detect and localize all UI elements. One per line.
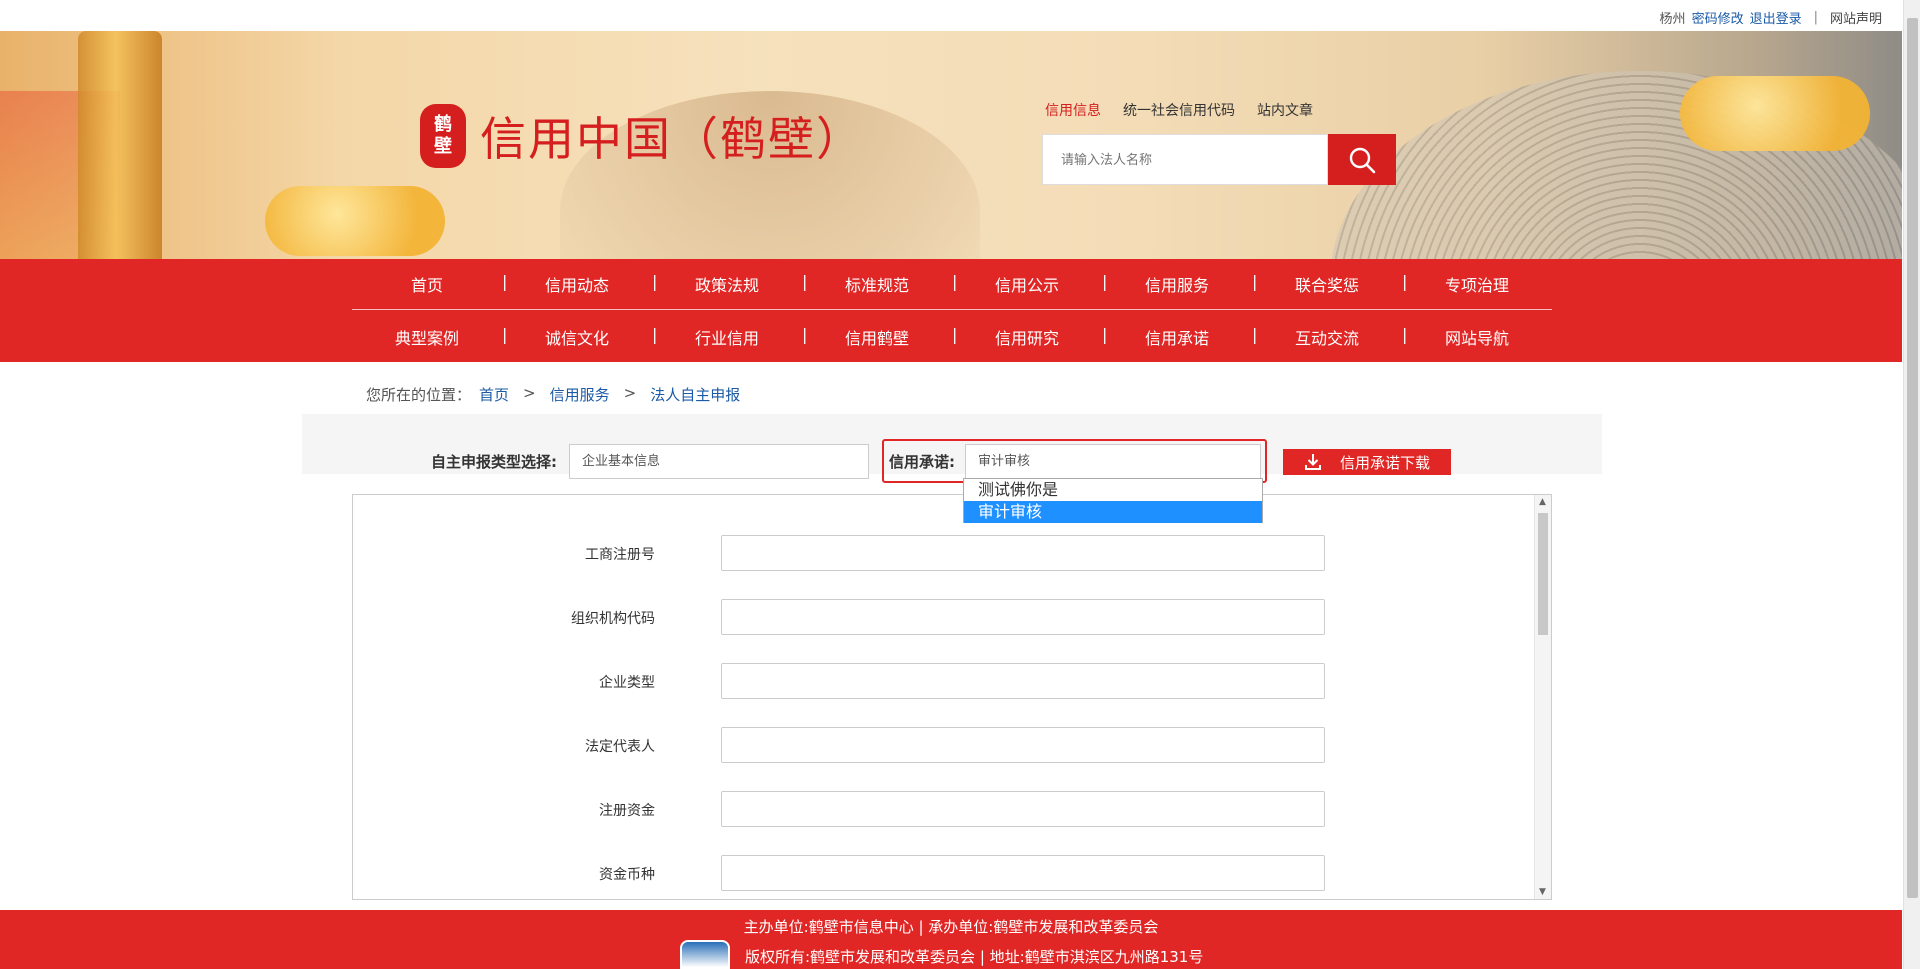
breadcrumb-home[interactable]: 首页 (479, 384, 509, 405)
nav-item-joint-rewards[interactable]: 联合奖惩 (1252, 272, 1402, 296)
header-banner: 鹤 壁 信用中国（鹤壁） (0, 31, 1902, 259)
tab-credit-info[interactable]: 信用信息 (1045, 100, 1101, 120)
nav-item-industry-credit[interactable]: 行业信用 (652, 325, 802, 349)
business-reg-number-field[interactable] (721, 535, 1325, 571)
user-links: 杨州 密码修改 退出登录 | 网站声明 (1660, 8, 1882, 27)
breadcrumb-arrow: > (623, 384, 637, 402)
breadcrumb-arrow: > (523, 384, 536, 402)
footer-emblem-icon (680, 940, 730, 969)
nav-item-credit-services[interactable]: 信用服务 (1102, 272, 1252, 296)
search-box (1042, 134, 1328, 185)
nav-item-credit-promise[interactable]: 信用承诺 (1102, 325, 1252, 349)
breadcrumb-prefix: 您所在的位置： (366, 386, 472, 404)
site-logo[interactable]: 鹤 壁 信用中国（鹤壁） (420, 103, 864, 169)
tab-credit-code[interactable]: 统一社会信用代码 (1123, 100, 1235, 120)
nav-item-credit-news[interactable]: 信用动态 (502, 272, 652, 296)
logout-link[interactable]: 退出登录 (1750, 8, 1802, 27)
report-type-select[interactable]: 企业基本信息 (569, 444, 869, 479)
footer-copyright: 版权所有:鹤壁市发展和改革委员会 | 地址:鹤壁市淇滨区九州路131号 (745, 948, 1204, 966)
huabiao-pillar-image (78, 31, 162, 259)
scroll-up-icon[interactable]: ▲ (1539, 497, 1546, 507)
search-icon (1349, 147, 1376, 173)
nav-item-credit-research[interactable]: 信用研究 (952, 325, 1102, 349)
username: 杨州 (1659, 12, 1686, 27)
credit-promise-dropdown: 测试佛你是 审计审核 (963, 478, 1263, 523)
cloud-decoration (265, 186, 445, 256)
footer: 主办单位:鹤壁市信息中心 | 承办单位:鹤壁市发展和改革委员会 版权所有:鹤壁市… (0, 910, 1902, 969)
nav-item-credit-publicity[interactable]: 信用公示 (952, 272, 1102, 296)
field-label: 资金币种 (599, 867, 655, 883)
dropdown-option[interactable]: 测试佛你是 (964, 479, 1262, 501)
search-tabs: 信用信息 统一社会信用代码 站内文章 (1045, 100, 1313, 120)
form-row: 注册资金 (353, 791, 1513, 827)
nav-item-standards[interactable]: 标准规范 (802, 272, 952, 296)
form-row: 工商注册号 (353, 535, 1513, 571)
form-scroll-thumb[interactable] (1538, 513, 1548, 635)
registered-capital-field[interactable] (721, 791, 1325, 827)
report-form-frame: 工商注册号 组织机构代码 企业类型 法定代表人 注册资金 资金币种 ▲ ▼ (352, 494, 1552, 900)
download-icon (1304, 454, 1321, 470)
search-input[interactable] (1043, 135, 1327, 184)
nav-row-1: 首页 信用动态 政策法规 标准规范 信用公示 信用服务 联合奖惩 专项治理 (352, 259, 1552, 310)
dropdown-option-selected[interactable]: 审计审核 (964, 501, 1262, 523)
field-label: 注册资金 (599, 803, 655, 819)
nav-item-site-map[interactable]: 网站导航 (1402, 325, 1552, 349)
nav-item-special-governance[interactable]: 专项治理 (1402, 272, 1552, 296)
form-row: 组织机构代码 (353, 599, 1513, 635)
credit-promise-label: 信用承诺: (889, 453, 955, 471)
nav-item-interaction[interactable]: 互动交流 (1252, 325, 1402, 349)
field-label: 企业类型 (599, 675, 655, 691)
nav-item-home[interactable]: 首页 (352, 272, 502, 296)
page-scrollbar[interactable] (1903, 0, 1920, 969)
form-row: 企业类型 (353, 663, 1513, 699)
company-type-field[interactable] (721, 663, 1325, 699)
tab-site-articles[interactable]: 站内文章 (1257, 100, 1313, 120)
credit-promise-select[interactable]: 审计审核 (965, 444, 1261, 479)
divider: | (1813, 10, 1818, 25)
download-label: 信用承诺下载 (1339, 453, 1430, 472)
org-code-field[interactable] (721, 599, 1325, 635)
field-label: 工商注册号 (585, 547, 655, 563)
nav-item-credit-hebi[interactable]: 信用鹤壁 (802, 325, 952, 349)
legal-rep-field[interactable] (721, 727, 1325, 763)
page-scroll-thumb[interactable] (1907, 18, 1918, 898)
seal-logo-icon: 鹤 壁 (420, 104, 466, 168)
credit-promise-download-button[interactable]: 信用承诺下载 (1283, 449, 1451, 475)
field-label: 法定代表人 (585, 739, 655, 755)
nav-item-policies[interactable]: 政策法规 (652, 272, 802, 296)
top-utility-bar: 杨州 密码修改 退出登录 | 网站声明 (0, 0, 1902, 31)
footer-sponsor: 主办单位:鹤壁市信息中心 | 承办单位:鹤壁市发展和改革委员会 (743, 918, 1159, 936)
cloud-decoration (1680, 76, 1870, 151)
breadcrumb-current[interactable]: 法人自主申报 (650, 384, 740, 405)
site-statement-link[interactable]: 网站声明 (1830, 8, 1882, 27)
site-title: 信用中国（鹤壁） (480, 112, 864, 166)
field-label: 组织机构代码 (571, 611, 655, 627)
form-scrollbar[interactable]: ▲ ▼ (1534, 495, 1551, 899)
breadcrumb-credit-services[interactable]: 信用服务 (550, 384, 610, 405)
main-navigation: 首页 信用动态 政策法规 标准规范 信用公示 信用服务 联合奖惩 专项治理 典型… (0, 259, 1902, 362)
nav-item-integrity-culture[interactable]: 诚信文化 (502, 325, 652, 349)
currency-field[interactable] (721, 855, 1325, 891)
search-button[interactable] (1328, 134, 1396, 185)
report-type-label: 自主申报类型选择: (431, 453, 557, 471)
form-row: 资金币种 (353, 855, 1513, 891)
breadcrumb: 您所在的位置： 首页 > 信用服务 > 法人自主申报 (366, 384, 740, 405)
nav-row-2: 典型案例 诚信文化 行业信用 信用鹤壁 信用研究 信用承诺 互动交流 网站导航 (352, 311, 1552, 362)
form-row: 法定代表人 (353, 727, 1513, 763)
nav-item-typical-cases[interactable]: 典型案例 (352, 325, 502, 349)
scroll-down-icon[interactable]: ▼ (1539, 887, 1546, 897)
change-password-link[interactable]: 密码修改 (1692, 8, 1744, 27)
